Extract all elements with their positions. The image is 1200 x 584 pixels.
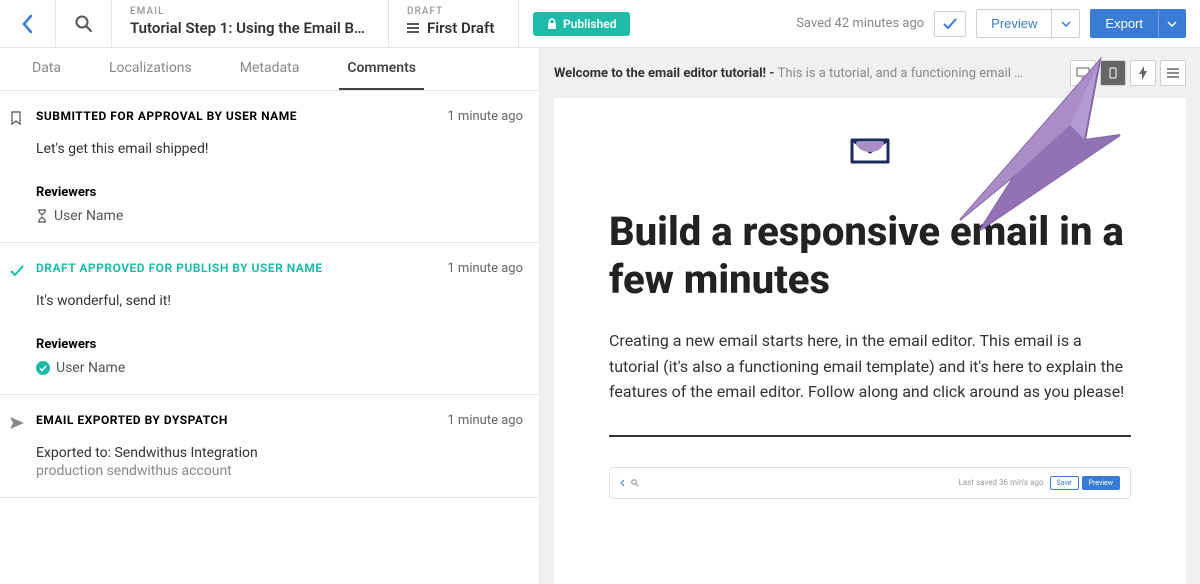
tab-metadata[interactable]: Metadata (232, 48, 308, 90)
approve-button[interactable] (934, 11, 966, 37)
email-title-section: EMAIL Tutorial Step 1: Using the Email B… (112, 0, 389, 47)
check-icon (10, 262, 26, 281)
preview-button[interactable]: Preview (976, 9, 1052, 38)
draft-label: DRAFT (407, 6, 500, 17)
comment-item: EMAIL EXPORTED BY DYSPATCH 1 minute ago … (0, 395, 539, 498)
back-button[interactable] (0, 0, 56, 47)
chevron-down-icon (1167, 21, 1177, 27)
search-icon (75, 15, 93, 33)
draft-section[interactable]: DRAFT First Draft (389, 0, 519, 47)
list-button[interactable] (1160, 60, 1186, 86)
nested-saved-text: Last saved 36 min's ago (959, 478, 1044, 487)
published-label: Published (563, 17, 616, 31)
tab-comments[interactable]: Comments (339, 48, 424, 90)
comment-time: 1 minute ago (447, 413, 523, 428)
nested-preview-button: Preview (1082, 476, 1120, 490)
preview-dropdown-button[interactable] (1052, 9, 1080, 38)
desktop-view-button[interactable] (1070, 60, 1096, 86)
comment-title: EMAIL EXPORTED BY DYSPATCH (36, 413, 437, 427)
draft-name: First Draft (427, 19, 494, 37)
tab-data[interactable]: Data (24, 48, 69, 90)
nested-editor-preview: Last saved 36 min's ago Save Preview (609, 467, 1131, 499)
comment-item: SUBMITTED FOR APPROVAL BY USER NAME 1 mi… (0, 91, 539, 243)
reviewers-label: Reviewers (36, 185, 523, 200)
tab-localizations[interactable]: Localizations (101, 48, 200, 90)
nested-save-button: Save (1050, 476, 1079, 490)
draft-selector[interactable]: First Draft (407, 19, 500, 37)
send-icon (10, 414, 26, 433)
export-button[interactable]: Export (1090, 9, 1158, 38)
hourglass-icon (36, 209, 48, 223)
mobile-icon (1109, 67, 1117, 79)
email-paragraph: Creating a new email starts here, in the… (609, 328, 1131, 405)
check-circle-icon (36, 361, 50, 375)
email-heading: Build a responsive email in a few minute… (609, 208, 1131, 304)
comment-item: DRAFT APPROVED FOR PUBLISH BY USER NAME … (0, 243, 539, 395)
preview-panel: Welcome to the email editor tutorial! - … (540, 48, 1200, 584)
chevron-down-icon (1061, 21, 1071, 27)
list-icon (1167, 68, 1179, 78)
comment-body: It's wonderful, send it! (36, 293, 523, 309)
reviewer-row: User Name (36, 360, 523, 376)
export-line1: Exported to: Sendwithus Integration (36, 445, 523, 461)
comment-time: 1 minute ago (447, 261, 523, 276)
mobile-view-button[interactable] (1100, 60, 1126, 86)
bookmark-icon (10, 110, 26, 129)
desktop-icon (1076, 67, 1090, 79)
export-line2: production sendwithus account (36, 463, 523, 479)
sidebar-tabs: Data Localizations Metadata Comments (0, 48, 539, 91)
subject-preview: This is a tutorial, and a functioning em… (778, 66, 1023, 81)
lightning-icon (1138, 66, 1148, 80)
chevron-left-icon (620, 479, 625, 487)
check-icon (943, 18, 957, 30)
comment-title: DRAFT APPROVED FOR PUBLISH BY USER NAME (36, 261, 437, 275)
saved-timestamp: Saved 42 minutes ago (796, 16, 924, 31)
comment-title: SUBMITTED FOR APPROVAL BY USER NAME (36, 109, 437, 123)
lock-icon (547, 18, 557, 30)
subject-bold: Welcome to the email editor tutorial! - (554, 66, 778, 81)
email-canvas[interactable]: Build a responsive email in a few minute… (554, 98, 1186, 584)
comment-body: Exported to: Sendwithus Integration prod… (36, 445, 523, 479)
comment-body: Let's get this email shipped! (36, 141, 523, 157)
published-badge: Published (533, 12, 630, 36)
email-label: EMAIL (130, 6, 370, 17)
reviewer-name: User Name (54, 208, 123, 224)
export-dropdown-button[interactable] (1158, 9, 1186, 38)
left-sidebar: Data Localizations Metadata Comments SUB… (0, 48, 540, 584)
menu-icon (407, 23, 419, 33)
reviewer-name: User Name (56, 360, 125, 376)
envelope-logo-icon (846, 128, 894, 168)
comment-time: 1 minute ago (447, 109, 523, 124)
chevron-left-icon (22, 14, 34, 34)
email-title: Tutorial Step 1: Using the Email B… (130, 19, 370, 37)
reviewer-row: User Name (36, 208, 523, 224)
email-subject: Welcome to the email editor tutorial! - … (554, 66, 1062, 81)
search-icon (631, 479, 639, 487)
flash-button[interactable] (1130, 60, 1156, 86)
search-button[interactable] (56, 0, 112, 47)
reviewers-label: Reviewers (36, 337, 523, 352)
divider (609, 435, 1131, 437)
